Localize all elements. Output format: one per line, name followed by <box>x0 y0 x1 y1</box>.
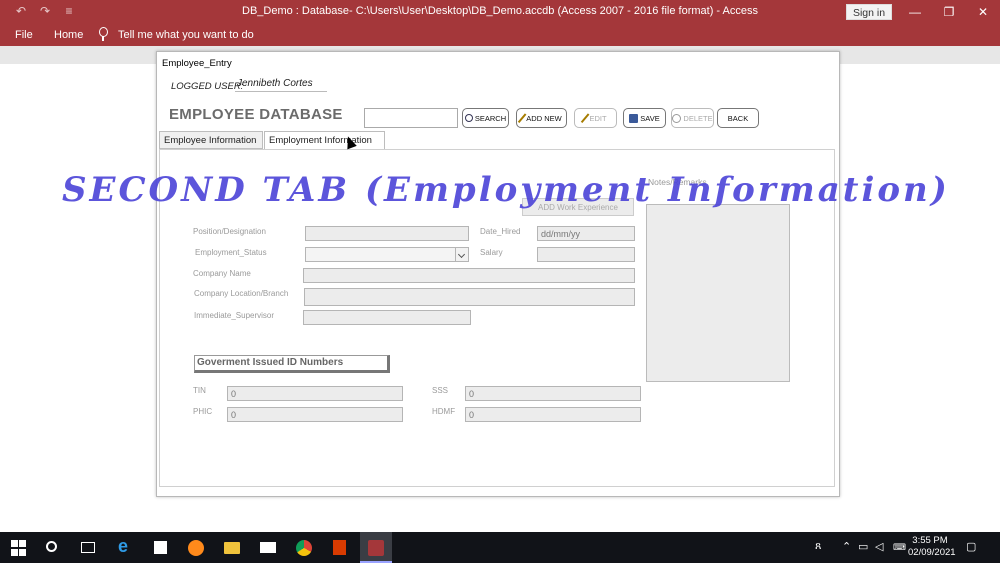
chevron-up-icon[interactable]: ⌃ <box>842 540 851 553</box>
windows-start-icon[interactable] <box>11 540 27 556</box>
add-new-button-label: ADD NEW <box>526 113 562 123</box>
employment-status-label: Employment_Status <box>195 248 267 257</box>
company-name-label: Company Name <box>193 269 251 278</box>
phic-label: PHIC <box>193 407 213 416</box>
people-icon[interactable]: ጸ <box>815 540 821 553</box>
sss-label: SSS <box>432 386 449 395</box>
edit-button[interactable]: EDIT <box>574 108 617 128</box>
page-title: EMPLOYEE DATABASE <box>169 106 343 123</box>
clock-date: 02/09/2021 <box>908 547 956 558</box>
binoculars-icon <box>464 114 473 122</box>
floppy-disk-icon <box>629 113 639 123</box>
sss-field[interactable]: 0 <box>465 386 641 401</box>
overlay-caption: SECOND TAB (Employment Information) <box>62 170 950 210</box>
edit-button-label: EDIT <box>589 113 607 123</box>
position-label: Position/Designation <box>193 227 266 236</box>
position-field[interactable] <box>305 226 469 241</box>
form-title: Employee_Entry <box>162 58 232 69</box>
title-bar: ↶ ↷ ≡ DB_Demo : Database- C:\Users\User\… <box>0 0 1000 24</box>
delete-button-label: DELETE <box>683 113 713 123</box>
notes-textarea[interactable] <box>646 204 790 382</box>
restore-button[interactable]: ❐ <box>932 0 966 24</box>
logged-user-label: LOGGED USER: <box>171 81 244 92</box>
network-icon[interactable]: ▭ <box>858 540 868 553</box>
tin-field[interactable]: 0 <box>227 386 403 401</box>
delete-button[interactable]: DELETE <box>671 108 714 128</box>
tin-label: TIN <box>193 386 206 395</box>
employee-entry-form: Employee_Entry LOGGED USER: Jennibeth Co… <box>156 51 840 497</box>
search-input[interactable] <box>364 108 458 128</box>
tab-file[interactable]: File <box>15 29 33 41</box>
tab-employment-information[interactable]: Employment Information <box>264 131 385 150</box>
notification-icon[interactable]: ▢ <box>966 540 976 553</box>
save-button-label: SAVE <box>640 113 660 123</box>
office-icon[interactable] <box>333 540 346 555</box>
access-icon[interactable] <box>368 540 384 556</box>
add-new-button[interactable]: ADD NEW <box>516 108 567 128</box>
edge-icon[interactable]: e <box>118 537 134 555</box>
store-icon[interactable] <box>154 541 167 554</box>
lightbulb-icon <box>98 27 108 41</box>
file-explorer-icon[interactable] <box>224 542 240 554</box>
minimize-button[interactable]: — <box>898 0 932 24</box>
tab-home[interactable]: Home <box>54 29 83 41</box>
company-location-label: Company Location/Branch <box>194 289 289 298</box>
save-button[interactable]: SAVE <box>623 108 666 128</box>
search-icon[interactable] <box>46 541 57 552</box>
language-icon[interactable]: ⌨ <box>893 542 906 553</box>
gov-ids-heading: Goverment Issued ID Numbers <box>194 355 390 373</box>
search-button[interactable]: SEARCH <box>462 108 509 128</box>
salary-label: Salary <box>480 248 503 257</box>
hdmf-field[interactable]: 0 <box>465 407 641 422</box>
window-controls: — ❐ ✕ <box>898 0 1000 24</box>
logged-user-value: Jennibeth Cortes <box>235 78 327 92</box>
supervisor-label: Immediate_Supervisor <box>194 311 275 320</box>
date-hired-field[interactable]: dd/mm/yy <box>537 226 635 241</box>
tell-me-box[interactable]: Tell me what you want to do <box>118 29 254 41</box>
ribbon-tabs: File Home Tell me what you want to do <box>0 24 1000 46</box>
company-name-field[interactable] <box>303 268 635 283</box>
tab-employee-information[interactable]: Employee Information <box>159 131 263 149</box>
volume-icon[interactable]: ◁ <box>875 540 883 553</box>
chevron-down-icon[interactable] <box>455 248 468 261</box>
chrome-icon[interactable] <box>296 540 312 556</box>
firefox-icon[interactable] <box>188 540 204 556</box>
hdmf-label: HDMF <box>432 407 456 416</box>
sign-in-button[interactable]: Sign in <box>846 4 892 20</box>
taskbar: e ጸ ⌃ ▭ ◁ ⌨ 3:55 PM 02/09/2021 ▢ <box>0 532 1000 563</box>
employment-status-select[interactable] <box>305 247 469 262</box>
back-button[interactable]: BACK <box>717 108 759 128</box>
close-button[interactable]: ✕ <box>966 0 1000 24</box>
salary-field[interactable] <box>537 247 635 262</box>
phic-field[interactable]: 0 <box>227 407 403 422</box>
date-hired-label: Date_Hired <box>480 227 521 236</box>
task-view-icon[interactable] <box>81 542 95 553</box>
company-location-field[interactable] <box>304 288 635 306</box>
supervisor-field[interactable] <box>303 310 471 325</box>
mail-icon[interactable] <box>260 542 276 553</box>
trash-icon <box>672 113 682 123</box>
search-button-label: SEARCH <box>474 113 507 123</box>
system-clock[interactable]: 3:55 PM 02/09/2021 <box>908 535 956 559</box>
clock-time: 3:55 PM <box>912 535 948 546</box>
back-button-label: BACK <box>727 113 749 123</box>
